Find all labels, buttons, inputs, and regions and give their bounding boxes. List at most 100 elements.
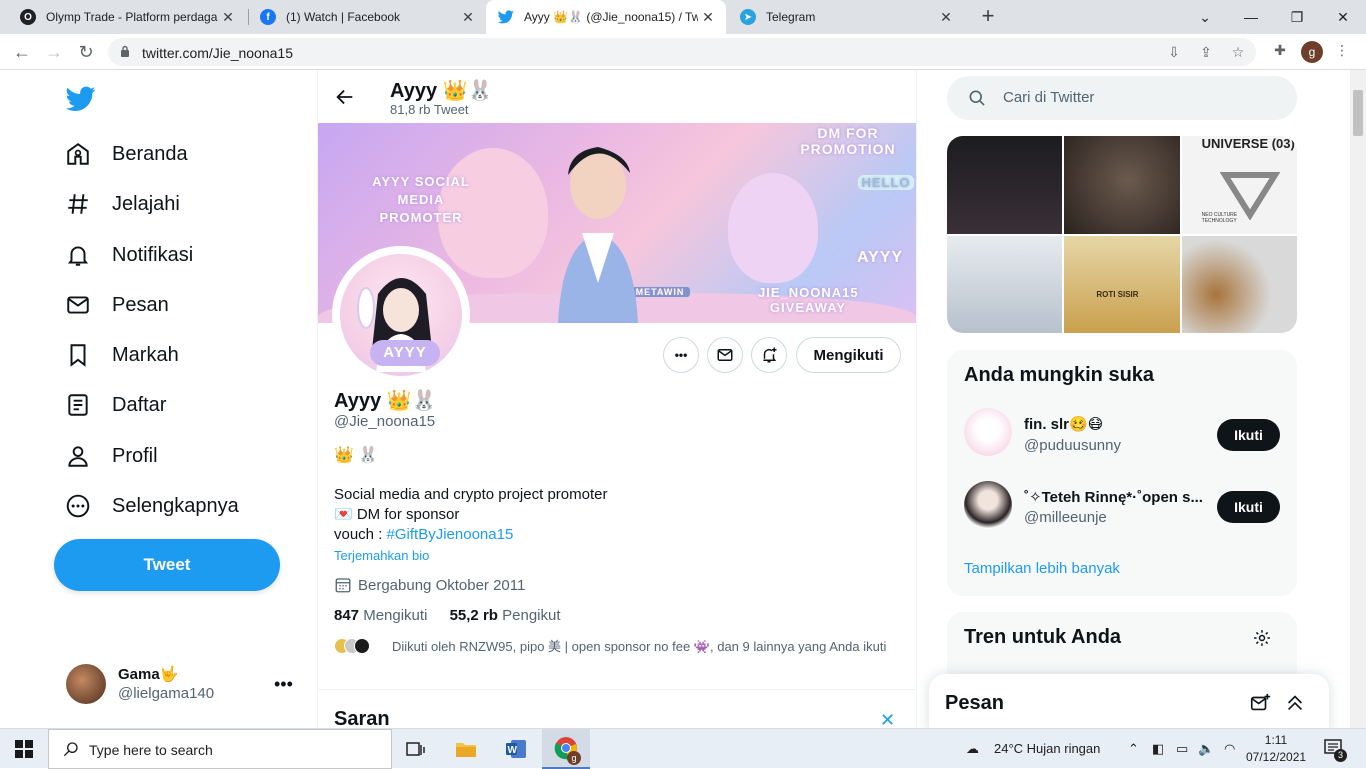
suggestion-avatar[interactable]: [964, 408, 1012, 456]
minimize-icon[interactable]: —: [1228, 0, 1274, 34]
weather-text[interactable]: 24°C Hujan ringan: [994, 741, 1100, 756]
tray-chevron-icon[interactable]: ⌃: [1128, 741, 1139, 757]
mail-icon: [717, 349, 733, 361]
browser-tab-telegram[interactable]: ➤ Telegram ✕: [728, 0, 964, 34]
media-thumbnail[interactable]: [947, 136, 1063, 234]
svg-text:W: W: [508, 745, 518, 756]
close-tab-icon[interactable]: ✕: [218, 9, 238, 26]
follow-button[interactable]: Ikuti: [1217, 419, 1280, 451]
extensions-icon[interactable]: ✚: [1270, 42, 1290, 62]
windows-start-icon[interactable]: [0, 729, 48, 769]
chrome-profile-avatar[interactable]: g: [1301, 41, 1323, 63]
task-view-icon[interactable]: [392, 729, 440, 769]
following-stat[interactable]: 847 Mengikuti: [334, 607, 427, 624]
volume-icon[interactable]: 🔈: [1198, 741, 1214, 757]
share-icon[interactable]: ⇪: [1196, 42, 1216, 62]
twitter-logo-icon[interactable]: [66, 86, 96, 112]
tray-device-icon[interactable]: ◧: [1152, 741, 1164, 757]
notify-button[interactable]: [751, 337, 787, 373]
suggestion-name[interactable]: fin. slr🥴😷: [1024, 415, 1204, 433]
back-icon[interactable]: ←: [10, 40, 34, 64]
browser-tab-olymp[interactable]: O Olymp Trade - Platform perdagangan ✕: [8, 0, 246, 34]
media-thumbnail[interactable]: [947, 235, 1063, 333]
sidebar-item-profil[interactable]: Profil: [64, 438, 158, 474]
new-message-icon[interactable]: [1249, 692, 1271, 714]
media-caption: UNIVERSE (03): [1201, 136, 1295, 151]
bio-hashtag-link[interactable]: #GiftByJienoona15: [387, 526, 514, 543]
media-thumbnail[interactable]: [1181, 235, 1297, 333]
account-name[interactable]: Gama🤟: [118, 665, 178, 683]
header-tweet-count: 81,8 rb Tweet: [390, 102, 469, 117]
taskbar-clock[interactable]: 1:11 07/12/2021: [1246, 732, 1306, 766]
page-scrollbar[interactable]: [1350, 70, 1366, 728]
calendar-icon: [335, 578, 351, 593]
more-options-button[interactable]: •••: [663, 337, 699, 373]
install-icon[interactable]: ⇩: [1164, 42, 1184, 62]
close-icon[interactable]: ✕: [880, 710, 895, 728]
close-window-icon[interactable]: ✕: [1320, 0, 1366, 34]
tab-search-icon[interactable]: ⌄: [1182, 0, 1228, 34]
show-more-link[interactable]: Tampilkan lebih banyak: [964, 560, 1120, 577]
taskbar-search[interactable]: Type here to search: [48, 729, 392, 769]
suggestion-name[interactable]: ˚✧Teteh Rinnę*·˚open s...: [1024, 488, 1204, 506]
sidebar-item-label: Notifikasi: [112, 243, 194, 266]
sidebar-item-label: Selengkapnya: [112, 494, 239, 517]
weather-icon[interactable]: ☁: [966, 741, 979, 757]
profile-avatar[interactable]: AYYY: [332, 246, 470, 384]
chevron-up-icon[interactable]: [1284, 692, 1306, 714]
account-avatar[interactable]: [66, 664, 106, 704]
notification-center-icon[interactable]: 3: [1324, 738, 1347, 762]
search-bar[interactable]: Cari di Twitter: [947, 76, 1297, 120]
address-bar[interactable]: twitter.com/Jie_noona15 ⇩ ⇪ ☆: [108, 38, 1256, 66]
translate-bio-link[interactable]: Terjemahkan bio: [334, 548, 429, 563]
word-icon[interactable]: W: [492, 729, 540, 769]
sidebar-item-markah[interactable]: Markah: [64, 337, 179, 373]
sidebar-item-label: Markah: [112, 343, 179, 366]
suggestion-avatar[interactable]: [964, 481, 1012, 529]
browser-tab-facebook[interactable]: f (1) Watch | Facebook ✕: [248, 0, 486, 34]
close-tab-icon[interactable]: ✕: [458, 9, 478, 26]
close-tab-icon[interactable]: ✕: [936, 9, 956, 26]
messages-drawer[interactable]: Pesan: [929, 674, 1329, 728]
account-more-icon[interactable]: •••: [274, 674, 293, 695]
sidebar-item-daftar[interactable]: Daftar: [64, 387, 166, 423]
media-thumbnail[interactable]: ROTI SISIR: [1064, 235, 1180, 333]
sidebar-item-pesan[interactable]: Pesan: [64, 287, 169, 323]
reload-icon[interactable]: ↻: [74, 40, 98, 64]
scrollbar-thumb[interactable]: [1353, 90, 1363, 136]
following-label: Mengikuti: [363, 607, 428, 624]
search-input[interactable]: Cari di Twitter: [1003, 89, 1094, 106]
gear-icon[interactable]: [1252, 628, 1272, 648]
media-thumbnail[interactable]: UNIVERSE (03) NEO CULTURE TECHNOLOGY: [1181, 136, 1297, 234]
restore-icon[interactable]: ❐: [1274, 0, 1320, 34]
new-tab-icon[interactable]: +: [976, 5, 1000, 29]
bookmark-star-icon[interactable]: ☆: [1228, 42, 1248, 62]
chrome-taskbar-icon[interactable]: g: [542, 729, 590, 769]
battery-icon[interactable]: ▭: [1176, 741, 1188, 757]
browser-tab-twitter[interactable]: Ayyy 👑🐰 (@Jie_noona15) / Twitter ✕: [486, 0, 726, 34]
back-arrow-icon[interactable]: [334, 86, 356, 108]
following-button[interactable]: Mengikuti: [796, 337, 901, 373]
forward-icon[interactable]: →: [42, 40, 66, 64]
close-tab-icon[interactable]: ✕: [698, 9, 718, 26]
clock-date: 07/12/2021: [1246, 750, 1307, 764]
chrome-menu-icon[interactable]: ⋮: [1332, 42, 1352, 62]
message-button[interactable]: [707, 337, 743, 373]
taskbar-search-input[interactable]: Type here to search: [89, 742, 213, 758]
media-thumbnail[interactable]: [1064, 136, 1180, 234]
file-explorer-icon[interactable]: [442, 729, 490, 769]
sidebar-item-jelajahi[interactable]: Jelajahi: [64, 186, 180, 222]
tweet-button[interactable]: Tweet: [54, 539, 280, 591]
followed-by[interactable]: Diikuti oleh RNZW95, pipo 美 | open spons…: [334, 636, 886, 655]
sidebar-item-notifikasi[interactable]: Notifikasi: [64, 237, 193, 273]
sidebar-item-beranda[interactable]: Beranda: [64, 136, 188, 172]
more-dots-icon: •••: [674, 348, 688, 362]
sidebar-item-selengkapnya[interactable]: Selengkapnya: [64, 488, 239, 524]
suggestion-handle: @puduusunny: [1024, 437, 1121, 454]
tab-title: (1) Watch | Facebook: [286, 10, 401, 24]
wifi-icon[interactable]: ◠: [1224, 741, 1235, 757]
avatar-text: AYYY: [370, 340, 440, 366]
followers-stat[interactable]: 55,2 rb Pengikut: [450, 607, 561, 624]
sidebar-item-label: Beranda: [112, 142, 188, 165]
follow-button[interactable]: Ikuti: [1217, 491, 1280, 523]
